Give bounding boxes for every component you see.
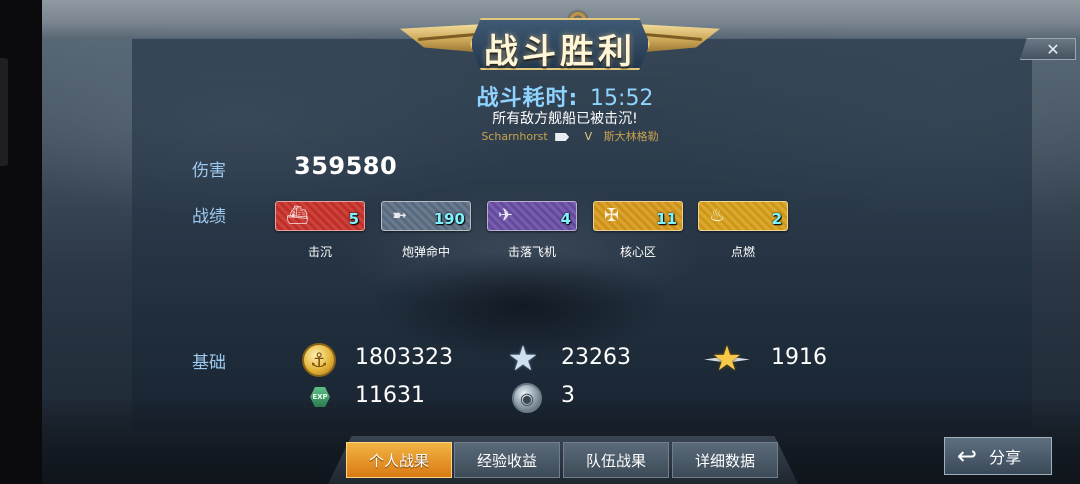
gold-star-glyph: ★ xyxy=(711,339,743,379)
globe-value: 3 xyxy=(561,383,575,408)
share-button[interactable]: ↩ 分享 xyxy=(944,437,1052,475)
silver-star-value: 23263 xyxy=(561,345,631,370)
credits-coin-icon: ⚓ xyxy=(302,343,336,377)
versus-label: V xyxy=(584,130,593,143)
shell-hit-count: 190 xyxy=(433,210,465,228)
share-label: 分享 xyxy=(989,448,1022,467)
aircraft-shotdown-label: 击落飞机 xyxy=(507,245,556,259)
credits-value: 1803323 xyxy=(355,345,453,370)
shell-hit-medal-icon: ➼ xyxy=(392,205,408,226)
aircraft-shotdown-medal[interactable]: ✈ 4 xyxy=(487,201,577,231)
tab-detailed-data[interactable]: 详细数据 xyxy=(672,442,778,478)
citadel-label: 核心区 xyxy=(619,245,656,259)
citadel-medal-icon: ✠ xyxy=(604,205,620,226)
own-ship-name: Scharnhorst xyxy=(481,130,548,143)
shell-hit-label: 炮弹命中 xyxy=(401,245,450,259)
citadel-medal[interactable]: ✠ 11 xyxy=(593,201,683,231)
fire-count: 2 xyxy=(771,210,782,228)
page-title: 战斗胜利 xyxy=(484,32,636,72)
system-side-notch xyxy=(0,58,8,166)
gold-star-value: 1916 xyxy=(771,345,827,370)
exp-value: 11631 xyxy=(355,383,425,408)
share-arrow-icon: ↩ xyxy=(957,442,978,470)
aircraft-shotdown-count: 4 xyxy=(560,210,571,228)
ship-tag-icon xyxy=(555,133,570,141)
tab-team-results[interactable]: 队伍战果 xyxy=(563,442,669,478)
gold-star-icon: ★ xyxy=(704,339,750,379)
fire-label: 点燃 xyxy=(730,245,755,259)
fire-medal[interactable]: ♨ 2 xyxy=(698,201,788,231)
enemy-ship-name: 斯大林格勒 xyxy=(603,130,659,143)
silver-star-icon: ★ xyxy=(507,339,539,379)
citadel-count: 11 xyxy=(656,210,677,228)
ships-matchup: Scharnhorst V 斯大林格勒 xyxy=(430,128,710,144)
close-icon[interactable]: ✕ xyxy=(1046,40,1059,59)
achievements-label: 战绩 xyxy=(192,207,226,227)
system-side-bar xyxy=(0,0,42,484)
globe-icon: ◉ xyxy=(512,383,542,413)
shell-hit-medal[interactable]: ➼ 190 xyxy=(381,201,471,231)
result-message: 所有敌方舰船已被击沉! xyxy=(492,111,638,127)
damage-value: 359580 xyxy=(294,152,398,180)
fire-medal-icon: ♨ xyxy=(709,205,726,226)
sink-label: 击沉 xyxy=(307,245,332,259)
sink-count: 5 xyxy=(348,210,359,228)
sink-medal[interactable]: ⛴ 5 xyxy=(275,201,365,231)
tab-personal-results[interactable]: 个人战果 xyxy=(346,442,452,478)
close-button[interactable]: ✕ xyxy=(1020,38,1076,60)
tab-exp-earnings[interactable]: 经验收益 xyxy=(454,442,560,478)
basic-label: 基础 xyxy=(192,353,226,373)
victory-emblem: ⚓ 战斗胜利 xyxy=(400,4,720,84)
aircraft-shotdown-medal-icon: ✈ xyxy=(498,205,514,226)
sink-medal-icon: ⛴ xyxy=(286,205,309,226)
damage-label: 伤害 xyxy=(192,161,226,181)
